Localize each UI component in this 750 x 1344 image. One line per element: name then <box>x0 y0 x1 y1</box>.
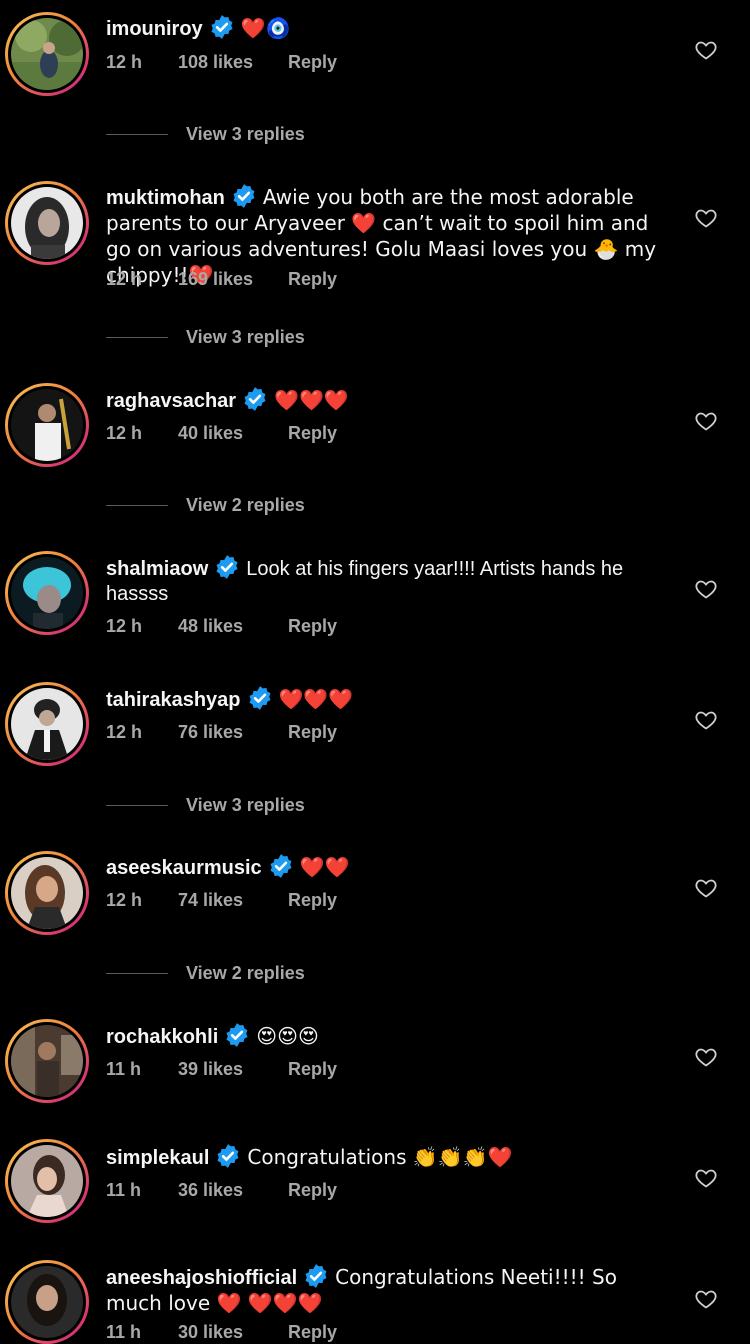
comment-username[interactable]: tahirakashyap <box>106 689 241 711</box>
like-heart-icon[interactable] <box>694 1287 718 1311</box>
comment-meta: 11 h 39 likes Reply <box>106 1059 337 1080</box>
verified-badge-icon <box>270 854 292 878</box>
reply-button[interactable]: Reply <box>288 1322 337 1343</box>
divider-line <box>106 973 168 974</box>
divider-line <box>106 505 168 506</box>
comment-meta: 11 h 36 likes Reply <box>106 1180 337 1201</box>
divider-line <box>106 337 168 338</box>
verified-badge-icon <box>217 1144 239 1168</box>
verified-badge-icon <box>211 15 233 39</box>
reply-button[interactable]: Reply <box>288 890 337 911</box>
comment-time: 12 h <box>106 269 143 289</box>
comment-meta: 12 h 48 likes Reply <box>106 616 337 637</box>
like-heart-icon[interactable] <box>694 409 718 433</box>
avatar[interactable] <box>5 851 89 935</box>
comment-likes[interactable]: 40 likes <box>178 423 288 444</box>
comment-username[interactable]: muktimohan <box>106 187 225 209</box>
verified-badge-icon <box>233 184 255 208</box>
comment-text: ❤️❤️❤️ <box>274 388 349 412</box>
comment-text: ❤️❤️❤️ <box>278 687 354 711</box>
reply-button[interactable]: Reply <box>288 1180 337 1201</box>
comment-meta: 12 h 76 likes Reply <box>106 722 337 743</box>
comment-username[interactable]: simplekaul <box>106 1147 209 1169</box>
comment-time: 11 h <box>106 1322 142 1342</box>
comment-text: 😍😍😍 <box>256 1024 319 1048</box>
comment-text: ❤️🧿 <box>240 16 291 40</box>
comment-likes[interactable]: 30 likes <box>178 1322 288 1343</box>
avatar[interactable] <box>5 181 89 265</box>
comment-likes[interactable]: 74 likes <box>178 890 288 911</box>
comment-time: 12 h <box>106 722 143 742</box>
comment-text: ❤️❤️ <box>299 855 350 879</box>
comment-meta: 12 h 169 likes Reply <box>106 269 337 290</box>
avatar[interactable] <box>5 1260 89 1344</box>
like-heart-icon[interactable] <box>694 876 718 900</box>
verified-badge-icon <box>249 686 271 710</box>
like-heart-icon[interactable] <box>694 708 718 732</box>
comment-time: 11 h <box>106 1059 142 1079</box>
comment-meta: 12 h 74 likes Reply <box>106 890 337 911</box>
comment-username[interactable]: rochakkohli <box>106 1026 218 1048</box>
comment-likes[interactable]: 48 likes <box>178 616 288 637</box>
comment-likes[interactable]: 39 likes <box>178 1059 288 1080</box>
reply-button[interactable]: Reply <box>288 1059 337 1080</box>
comment-time: 11 h <box>106 1180 142 1200</box>
view-replies-label: View 2 replies <box>186 963 305 983</box>
comment-meta: 12 h 108 likes Reply <box>106 52 337 73</box>
comment-username[interactable]: aneeshajoshiofficial <box>106 1267 297 1289</box>
avatar[interactable] <box>5 1139 89 1223</box>
comment-time: 12 h <box>106 52 143 72</box>
view-replies-button[interactable]: View 3 replies <box>106 327 305 348</box>
reply-button[interactable]: Reply <box>288 269 337 290</box>
comment-text: Congratulations 👏👏👏❤️ <box>247 1145 513 1169</box>
comment-meta: 11 h 30 likes Reply <box>106 1322 337 1343</box>
verified-badge-icon <box>244 387 266 411</box>
divider-line <box>106 134 168 135</box>
reply-button[interactable]: Reply <box>288 423 337 444</box>
comment-likes[interactable]: 76 likes <box>178 722 288 743</box>
verified-badge-icon <box>216 555 238 579</box>
verified-badge-icon <box>305 1264 327 1288</box>
avatar[interactable] <box>5 682 89 766</box>
view-replies-label: View 2 replies <box>186 495 305 515</box>
verified-badge-icon <box>226 1023 248 1047</box>
like-heart-icon[interactable] <box>694 206 718 230</box>
comment-likes[interactable]: 36 likes <box>178 1180 288 1201</box>
divider-line <box>106 805 168 806</box>
like-heart-icon[interactable] <box>694 1045 718 1069</box>
like-heart-icon[interactable] <box>694 1166 718 1190</box>
view-replies-button[interactable]: View 2 replies <box>106 495 305 516</box>
avatar[interactable] <box>5 12 89 96</box>
comment-username[interactable]: raghavsachar <box>106 390 236 412</box>
comment-likes[interactable]: 169 likes <box>178 269 288 290</box>
comment-time: 12 h <box>106 616 143 636</box>
comment-meta: 12 h 40 likes Reply <box>106 423 337 444</box>
reply-button[interactable]: Reply <box>288 52 337 73</box>
avatar[interactable] <box>5 1019 89 1103</box>
reply-button[interactable]: Reply <box>288 616 337 637</box>
view-replies-button[interactable]: View 2 replies <box>106 963 305 984</box>
comment-likes[interactable]: 108 likes <box>178 52 288 73</box>
comment-username[interactable]: shalmiaow <box>106 558 208 580</box>
comment-username[interactable]: imouniroy <box>106 18 203 40</box>
comment-time: 12 h <box>106 423 143 443</box>
reply-button[interactable]: Reply <box>288 722 337 743</box>
view-replies-label: View 3 replies <box>186 327 305 347</box>
view-replies-button[interactable]: View 3 replies <box>106 795 305 816</box>
view-replies-label: View 3 replies <box>186 795 305 815</box>
avatar[interactable] <box>5 551 89 635</box>
view-replies-label: View 3 replies <box>186 124 305 144</box>
avatar[interactable] <box>5 383 89 467</box>
comment-username[interactable]: aseeskaurmusic <box>106 857 262 879</box>
view-replies-button[interactable]: View 3 replies <box>106 124 305 145</box>
comment-time: 12 h <box>106 890 143 910</box>
like-heart-icon[interactable] <box>694 577 718 601</box>
like-heart-icon[interactable] <box>694 38 718 62</box>
